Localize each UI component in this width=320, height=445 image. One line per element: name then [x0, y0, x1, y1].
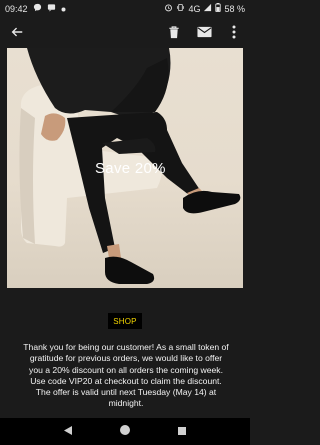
hero-overlay-text: Save 20% [95, 160, 166, 177]
delete-button[interactable] [166, 24, 182, 40]
status-right: 4G 58 % [164, 3, 245, 14]
message-body: Thank you for being our customer! As a s… [23, 342, 229, 409]
triangle-back-icon [64, 425, 72, 435]
mark-unread-button[interactable] [196, 24, 212, 40]
trash-icon [169, 25, 179, 38]
battery-percent: 58 % [224, 3, 245, 14]
nav-recents-button[interactable] [177, 423, 187, 441]
nav-back-button[interactable] [63, 423, 73, 441]
system-nav-bar [0, 418, 250, 445]
network-type: 4G [188, 3, 201, 14]
battery-icon [215, 3, 222, 14]
signal-icon [203, 3, 212, 14]
messenger-icon [33, 3, 42, 14]
more-options-button[interactable] [226, 24, 242, 40]
nav-home-button[interactable] [119, 423, 131, 441]
vibrate-icon [176, 3, 185, 14]
arrow-left-icon [11, 27, 23, 37]
mail-icon [196, 26, 212, 38]
toolbar-actions [166, 24, 242, 40]
chat-icon [47, 3, 56, 14]
status-time: 09:42 [5, 3, 28, 14]
back-button[interactable] [8, 23, 26, 41]
alarm-icon [164, 3, 173, 14]
app-bar [0, 17, 250, 47]
more-vertical-icon [232, 25, 236, 39]
status-bar: 09:42 4G 58 % [0, 0, 250, 17]
circle-home-icon [120, 424, 130, 435]
square-recents-icon [178, 426, 186, 435]
hero-image[interactable]: Save 20% [7, 48, 243, 288]
shop-button[interactable]: SHOP [108, 313, 142, 329]
notification-dot-icon [61, 4, 66, 14]
status-left: 09:42 [5, 3, 66, 14]
